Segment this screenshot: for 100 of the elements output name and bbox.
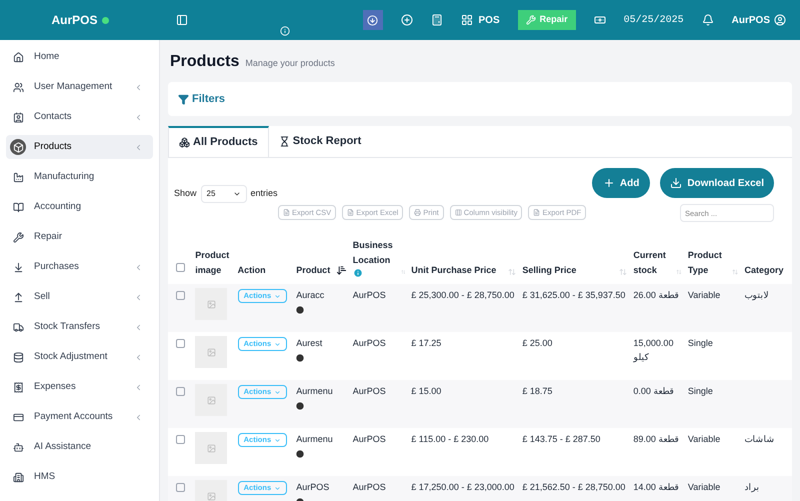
logo[interactable]: AurPOS	[51, 11, 98, 29]
table-cell: £ 18.75	[519, 380, 630, 428]
chevron-icon	[134, 322, 143, 332]
sidebar-item[interactable]: Products	[6, 135, 153, 159]
sort-icon[interactable]	[508, 268, 516, 276]
sidebar-item[interactable]: Stock Adjustment	[6, 345, 153, 369]
table-cell: AurPOS	[350, 476, 408, 501]
sidebar-item[interactable]: Contacts	[6, 105, 153, 129]
sidebar-toggle-icon[interactable]	[176, 14, 188, 26]
chevron-down-icon	[274, 292, 282, 300]
sidebar-item[interactable]: AI Assistance	[6, 435, 153, 459]
table-cell: AurPOS	[350, 332, 408, 380]
product-name[interactable]: Aurmenu	[296, 385, 347, 398]
table-cell: براد	[744, 482, 760, 492]
calculator-icon[interactable]	[430, 14, 442, 26]
row-checkbox[interactable]	[176, 435, 185, 444]
table-cell: لابتوب	[744, 290, 768, 300]
sidebar-item[interactable]: Accounting	[6, 195, 153, 219]
sort-icon[interactable]	[619, 268, 628, 276]
sidebar-item[interactable]: Manufacturing	[6, 165, 153, 189]
product-name[interactable]: Aurmenu	[296, 433, 347, 446]
chevron-icon	[134, 382, 143, 392]
table-cell: شاشات	[744, 434, 774, 444]
page-title: Products	[170, 52, 240, 72]
row-checkbox[interactable]	[176, 339, 185, 348]
image-placeholder	[195, 432, 228, 464]
select-all-checkbox[interactable]	[176, 262, 185, 272]
row-checkbox[interactable]	[176, 387, 185, 396]
add-icon[interactable]	[400, 14, 412, 26]
column-header[interactable]: Product Type	[688, 248, 732, 278]
product-name[interactable]: Aurest	[296, 337, 347, 350]
row-checkbox[interactable]	[176, 291, 185, 300]
pos-link[interactable]: POS	[478, 12, 500, 28]
sidebar-item[interactable]: Sell	[6, 285, 153, 309]
tab[interactable]: Stock Report	[268, 126, 372, 157]
column-header[interactable]: Business Location	[352, 238, 400, 268]
add-button[interactable]: Add	[592, 168, 650, 198]
cash-icon[interactable]	[594, 14, 606, 26]
column-header[interactable]: Unit Purchase Price	[411, 263, 496, 278]
sort-ascending-icon[interactable]	[336, 265, 347, 276]
column-header[interactable]: Category	[744, 263, 784, 278]
show-label: Show	[174, 187, 197, 200]
info-icon[interactable]	[280, 26, 290, 36]
row-checkbox[interactable]	[176, 483, 185, 492]
sidebar-item[interactable]: HMS	[6, 465, 153, 489]
table-cell: £ 25,300.00 - £ 28,750.00	[408, 284, 520, 332]
entries-select[interactable]: 25	[200, 185, 247, 203]
plus-icon	[602, 177, 615, 189]
table-cell: AurPOS	[350, 380, 408, 428]
download-circle-icon	[367, 14, 378, 26]
sidebar-item[interactable]: Home	[6, 45, 153, 69]
user-icon[interactable]	[774, 14, 786, 26]
filter-icon	[178, 94, 189, 104]
sidebar-item[interactable]: Purchases	[6, 255, 153, 279]
table-cell: £ 15.00	[408, 380, 520, 428]
bell-icon[interactable]	[702, 14, 714, 26]
product-name[interactable]: Auracc	[296, 289, 347, 302]
product-name[interactable]: AurPOS	[296, 481, 347, 494]
product-badge-icon	[296, 450, 304, 458]
file-icon	[533, 209, 540, 216]
user-name[interactable]: AurPOS	[732, 12, 770, 28]
download-excel-button[interactable]: Download Excel	[660, 168, 774, 198]
sort-icon[interactable]	[676, 268, 682, 276]
download-circle-button[interactable]	[362, 10, 382, 30]
product-badge-icon	[296, 402, 304, 410]
sort-icon[interactable]	[400, 268, 406, 276]
tab[interactable]: All Products	[168, 126, 269, 157]
column-header[interactable]: Product	[296, 263, 330, 278]
sort-icon[interactable]	[732, 268, 738, 276]
column-header[interactable]: Selling Price	[522, 263, 576, 278]
table-cell: Variable	[684, 284, 742, 332]
entries-label: entries	[250, 187, 278, 200]
sidebar-item[interactable]: Payment Accounts	[6, 405, 153, 429]
column-header[interactable]: Action	[238, 263, 266, 278]
sidebar-item[interactable]: Repair	[6, 225, 153, 249]
table-cell: £ 17,250.00 - £ 23,000.00	[408, 476, 520, 501]
sidebar-item[interactable]: Expenses	[6, 375, 153, 399]
hourglass-icon	[278, 136, 290, 147]
table-cell: 0.00 قطعة	[630, 380, 685, 428]
box-icon	[10, 139, 26, 155]
table-cell: £ 143.75 - £ 287.50	[519, 428, 630, 476]
grid-icon[interactable]	[460, 14, 472, 26]
sidebar-item[interactable]: Stock Transfers	[6, 315, 153, 339]
page-subtitle: Manage your products	[245, 57, 335, 70]
chevron-icon	[134, 292, 143, 302]
table-cell: Variable	[684, 476, 742, 501]
table-cell: AurPOS	[350, 428, 408, 476]
image-placeholder	[195, 384, 228, 416]
product-badge-icon	[296, 354, 304, 362]
sidebar-item[interactable]: User Management	[6, 75, 153, 99]
column-header[interactable]: Current stock	[633, 248, 676, 278]
image-placeholder	[195, 336, 228, 368]
table-cell: AurPOS	[350, 284, 408, 332]
file-icon	[283, 209, 290, 216]
column-header[interactable]: Product image	[195, 248, 232, 278]
chevron-icon	[134, 112, 143, 122]
date-text: 05/25/2025	[624, 14, 684, 28]
filters-panel[interactable]: Filters	[168, 82, 792, 116]
chevron-down-icon	[232, 190, 241, 198]
table-cell: 15,000.00 كيلو	[630, 332, 685, 380]
